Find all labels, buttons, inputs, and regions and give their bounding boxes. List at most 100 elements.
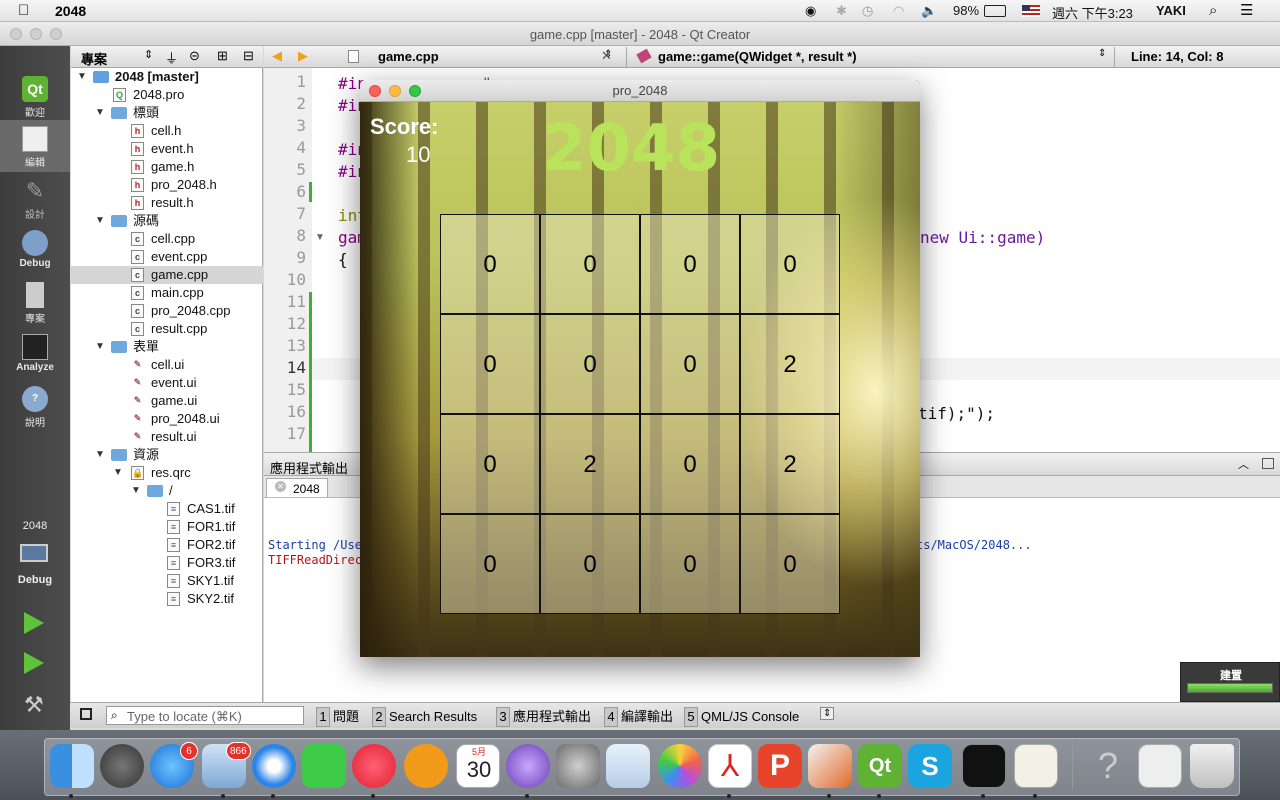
system-preferences-icon[interactable] [556,744,600,788]
tree-item[interactable]: ▼ 標頭 [71,104,263,122]
build-progress-panel[interactable]: 建置 [1180,662,1280,702]
battery-percent[interactable]: 98% [953,3,979,18]
tree-item[interactable]: ≡ CAS1.tif [71,500,263,518]
tree-item[interactable]: h cell.h [71,122,263,140]
tree-item[interactable]: c result.cpp [71,320,263,338]
documents-stack-icon[interactable] [1138,744,1182,788]
pdf-app-icon[interactable]: P [758,744,802,788]
tree-item[interactable]: h game.h [71,158,263,176]
calendar-icon[interactable]: 5月 30 [456,744,500,788]
qml-console-tab[interactable]: 5 QML/JS Console [684,707,799,727]
tree-item[interactable]: c event.cpp [71,248,263,266]
expand-arrow-icon[interactable]: ▼ [95,212,105,230]
matlab-icon[interactable] [808,744,852,788]
expand-arrow-icon[interactable]: ▼ [77,68,87,86]
tree-item[interactable]: Q 2048.pro [71,86,263,104]
output-tab[interactable]: ✕ 2048 [266,478,328,497]
mode-help[interactable]: ? 說明 [0,380,70,432]
kit-config[interactable]: Debug [0,574,70,586]
debug-run-icon[interactable] [24,652,44,674]
tree-item[interactable]: ▼ 源碼 [71,212,263,230]
safari-icon[interactable] [252,744,296,788]
time-machine-icon[interactable]: ◷ [862,3,873,19]
facetime-icon[interactable] [302,744,346,788]
trash-icon[interactable] [1190,744,1234,788]
compile-output-tab[interactable]: 4 編譯輸出 [604,707,673,727]
ibooks-icon[interactable] [404,744,448,788]
maximize-pane-icon[interactable]: ︿ [1238,456,1249,472]
link-icon[interactable]: ⊝ [189,48,200,64]
tree-item[interactable]: ≡ FOR3.tif [71,554,263,572]
itunes-icon[interactable] [352,744,396,788]
tree-item[interactable]: ✎ cell.ui [71,356,263,374]
mode-edit[interactable]: 編輯 [0,120,70,172]
acrobat-icon[interactable]: ⅄ [708,744,752,788]
launchpad-icon[interactable] [100,744,144,788]
battery-icon[interactable] [984,5,1006,17]
search-results-tab[interactable]: 2 Search Results [372,707,477,727]
status-icon[interactable]: ◉ [805,3,816,19]
instruments-icon[interactable] [506,744,550,788]
app-menu[interactable]: 2048 [55,3,86,19]
tree-item[interactable]: ▼ 🔒 res.qrc [71,464,263,482]
tree-item[interactable]: ✎ pro_2048.ui [71,410,263,428]
terminal-icon[interactable] [962,744,1006,788]
mode-debug[interactable]: Debug [0,224,70,276]
mode-projects[interactable]: 專案 [0,276,70,328]
input-source-flag-icon[interactable] [1022,5,1040,17]
expand-arrow-icon[interactable]: ▼ [95,446,105,464]
close-file-icon[interactable]: ✕ [601,48,612,64]
back-arrow-icon[interactable]: ◀ [272,48,282,64]
symbol-selector[interactable]: game::game(QWidget *, result *) [658,49,857,64]
qt-creator-icon[interactable]: Qt [858,744,902,788]
tree-item[interactable]: ▼ 表單 [71,338,263,356]
finder-icon[interactable] [50,744,94,788]
wifi-icon[interactable]: ◠ [893,3,904,19]
game-zoom-button[interactable] [409,85,421,97]
kit-selector-icon[interactable] [20,544,48,562]
toggle-sidebar-icon[interactable] [80,708,92,720]
bluetooth-icon[interactable]: ✱ [836,3,847,19]
expand-arrow-icon[interactable]: ▼ [113,464,123,482]
tree-item[interactable]: ▼ 資源 [71,446,263,464]
tree-item[interactable]: ≡ SKY2.tif [71,590,263,608]
tree-item[interactable]: c cell.cpp [71,230,263,248]
split-icon[interactable]: ⊞ [217,48,228,64]
tree-item[interactable]: ✎ game.ui [71,392,263,410]
more-panes-icon[interactable]: ⇕ [820,707,835,720]
issues-tab[interactable]: 1 問題 [316,707,359,727]
tree-item[interactable]: ≡ SKY1.tif [71,572,263,590]
tree-item[interactable]: ✎ result.ui [71,428,263,446]
tree-item[interactable]: ≡ FOR2.tif [71,536,263,554]
tree-item[interactable]: ✎ event.ui [71,374,263,392]
apple-menu-icon[interactable]:  [18,2,29,19]
view-selector-arrows-icon[interactable]: ⇕ [144,48,153,61]
tree-item[interactable]: c main.cpp [71,284,263,302]
expand-arrow-icon[interactable]: ▼ [95,104,105,122]
close-tab-icon[interactable]: ✕ [275,481,286,492]
tree-item[interactable]: c game.cpp [71,266,263,284]
help-question-icon[interactable]: ? [1086,744,1130,788]
xcode-icon[interactable] [1014,744,1058,788]
project-pane-title[interactable]: 專案 [81,49,107,68]
expand-arrow-icon[interactable]: ▼ [131,482,141,500]
symbol-dropdown-icon[interactable]: ⇕ [1098,48,1106,59]
tree-item[interactable]: ▼ / [71,482,263,500]
tree-item[interactable]: h event.h [71,140,263,158]
tree-item[interactable]: h result.h [71,194,263,212]
preview-icon[interactable] [606,744,650,788]
game-close-button[interactable] [369,85,381,97]
express-app-icon[interactable]: S [908,744,952,788]
filter-icon[interactable]: ⏚ [165,48,178,67]
close-pane-icon[interactable] [1262,458,1274,469]
build-hammer-icon[interactable]: ⚒ [24,692,44,718]
app-output-tab[interactable]: 3 應用程式輸出 [496,707,591,727]
photos-icon[interactable] [658,744,702,788]
expand-arrow-icon[interactable]: ▼ [95,338,105,356]
mode-analyze[interactable]: Analyze [0,328,70,380]
game-minimize-button[interactable] [389,85,401,97]
tree-item[interactable]: ▼ 2048 [master] [71,68,263,86]
tree-item[interactable]: c pro_2048.cpp [71,302,263,320]
run-icon[interactable] [24,612,44,634]
spotlight-icon[interactable]: ⌕ [1209,2,1217,19]
